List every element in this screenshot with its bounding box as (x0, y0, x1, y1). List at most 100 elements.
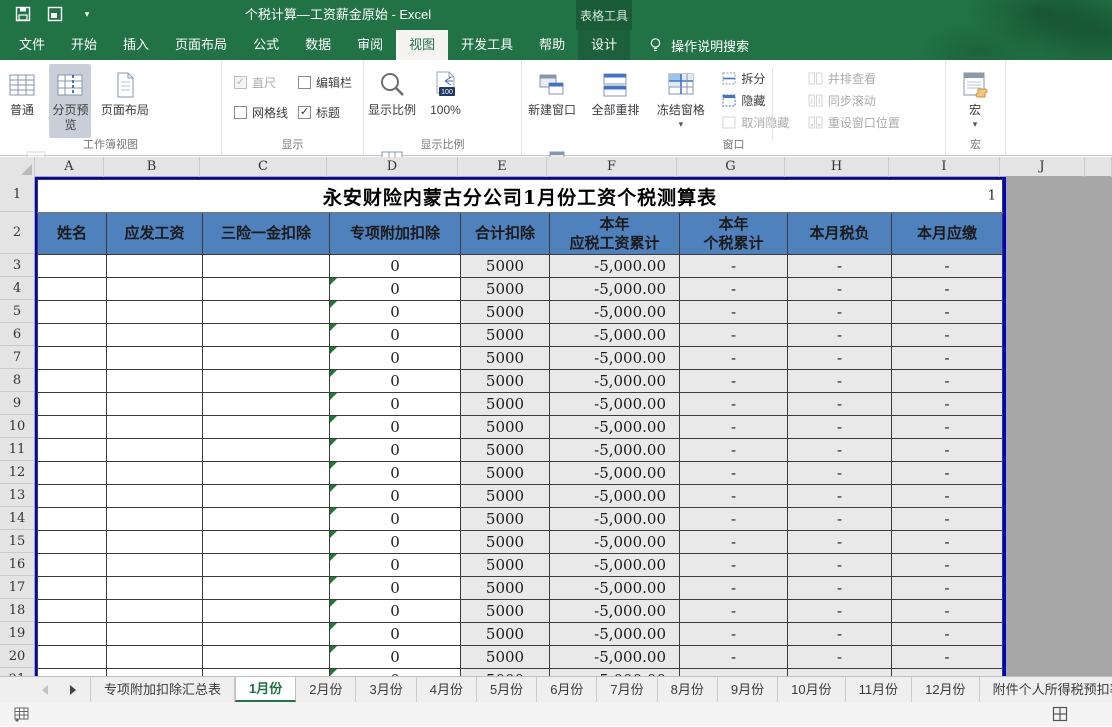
cell[interactable]: 5000 (461, 600, 550, 623)
cell[interactable]: - (680, 508, 788, 531)
cell[interactable] (203, 462, 330, 485)
cell[interactable]: 5000 (461, 416, 550, 439)
cell[interactable]: -5,000.00 (550, 416, 680, 439)
cell[interactable]: 5000 (461, 278, 550, 301)
cell[interactable] (38, 370, 107, 393)
table-column-header[interactable]: 应发工资 (107, 213, 203, 255)
cell[interactable]: 5000 (461, 531, 550, 554)
column-header-G[interactable]: G (677, 157, 785, 177)
cell[interactable] (38, 278, 107, 301)
cell[interactable] (38, 531, 107, 554)
cell[interactable] (38, 439, 107, 462)
cell[interactable] (38, 416, 107, 439)
cell[interactable]: -5,000.00 (550, 600, 680, 623)
row-header-3[interactable]: 3 (0, 254, 34, 277)
ribbon-tab-插入[interactable]: 插入 (110, 30, 162, 60)
cell[interactable]: -5,000.00 (550, 255, 680, 278)
cell[interactable]: - (680, 485, 788, 508)
column-header-H[interactable]: H (785, 157, 889, 177)
cell[interactable] (107, 554, 203, 577)
cell[interactable] (107, 393, 203, 416)
cell[interactable]: - (788, 393, 892, 416)
cell[interactable] (38, 623, 107, 646)
sheet-tab-11月份[interactable]: 11月份 (846, 677, 913, 702)
cell[interactable] (107, 347, 203, 370)
cell[interactable]: - (892, 508, 1003, 531)
row-header-15[interactable]: 15 (0, 530, 34, 553)
row-header-2[interactable]: 2 (0, 212, 34, 254)
cell[interactable]: - (788, 462, 892, 485)
cell[interactable]: - (892, 278, 1003, 301)
cell[interactable]: - (788, 623, 892, 646)
cell[interactable]: - (892, 623, 1003, 646)
cell[interactable]: -5,000.00 (550, 669, 680, 677)
cell[interactable]: - (680, 531, 788, 554)
cell[interactable]: - (680, 646, 788, 669)
column-header-partial[interactable] (1085, 157, 1112, 177)
cell[interactable]: 0 (330, 416, 461, 439)
column-header-D[interactable]: D (327, 157, 458, 177)
cell[interactable] (38, 485, 107, 508)
cell[interactable]: - (680, 600, 788, 623)
ribbon-tab-开发工具[interactable]: 开发工具 (448, 30, 526, 60)
page-break-preview-button[interactable]: 分页预览 (49, 64, 91, 138)
cell[interactable] (107, 278, 203, 301)
cell[interactable]: 0 (330, 600, 461, 623)
row-header-12[interactable]: 12 (0, 461, 34, 484)
cell[interactable]: 0 (330, 646, 461, 669)
ribbon-tab-开始[interactable]: 开始 (58, 30, 110, 60)
cell[interactable]: 0 (330, 623, 461, 646)
row-header-16[interactable]: 16 (0, 553, 34, 576)
row-header-4[interactable]: 4 (0, 277, 34, 300)
table-column-header[interactable]: 姓名 (38, 213, 107, 255)
sheet-title-cell[interactable]: 永安财险内蒙古分公司1月份工资个税测算表 1 (38, 180, 1003, 213)
row-header-14[interactable]: 14 (0, 507, 34, 530)
cell[interactable]: - (680, 278, 788, 301)
ribbon-tab-设计[interactable]: 设计 (578, 30, 630, 60)
cell[interactable]: - (680, 347, 788, 370)
cell[interactable] (203, 393, 330, 416)
cell[interactable]: - (892, 531, 1003, 554)
cell[interactable]: - (788, 508, 892, 531)
new-window-button[interactable]: 新建窗口 (524, 64, 580, 138)
cell[interactable]: 5000 (461, 347, 550, 370)
column-header-F[interactable]: F (547, 157, 677, 177)
cell[interactable]: 5000 (461, 255, 550, 278)
ribbon-tab-数据[interactable]: 数据 (292, 30, 344, 60)
table-column-header[interactable]: 本年个税累计 (680, 213, 788, 255)
row-header-6[interactable]: 6 (0, 323, 34, 346)
cell[interactable]: 5000 (461, 462, 550, 485)
row-header-18[interactable]: 18 (0, 599, 34, 622)
cell[interactable]: - (680, 324, 788, 347)
row-header-10[interactable]: 10 (0, 415, 34, 438)
cell[interactable]: - (788, 554, 892, 577)
headings-checkbox[interactable]: ✓ 标题 (298, 104, 363, 121)
cell[interactable]: - (680, 577, 788, 600)
cell[interactable] (203, 669, 330, 677)
cell[interactable]: - (892, 462, 1003, 485)
cell[interactable] (38, 393, 107, 416)
cell[interactable]: 0 (330, 554, 461, 577)
cell[interactable]: 0 (330, 485, 461, 508)
cell[interactable]: - (892, 255, 1003, 278)
cell[interactable]: 0 (330, 278, 461, 301)
row-header-5[interactable]: 5 (0, 300, 34, 323)
row-header-13[interactable]: 13 (0, 484, 34, 507)
table-column-header[interactable]: 本月应缴 (892, 213, 1003, 255)
zoom-button[interactable]: 显示比例 (366, 64, 418, 138)
cell[interactable] (38, 324, 107, 347)
cell[interactable]: -5,000.00 (550, 485, 680, 508)
cell[interactable] (38, 255, 107, 278)
column-header-I[interactable]: I (889, 157, 1000, 177)
cell[interactable] (203, 416, 330, 439)
cell[interactable]: - (680, 554, 788, 577)
cell[interactable] (107, 600, 203, 623)
cell[interactable]: -5,000.00 (550, 577, 680, 600)
cell[interactable] (38, 600, 107, 623)
cell[interactable] (107, 646, 203, 669)
cell[interactable]: - (788, 301, 892, 324)
cell[interactable]: -5,000.00 (550, 278, 680, 301)
column-header-C[interactable]: C (200, 157, 327, 177)
cell[interactable]: - (680, 462, 788, 485)
cell[interactable] (38, 646, 107, 669)
